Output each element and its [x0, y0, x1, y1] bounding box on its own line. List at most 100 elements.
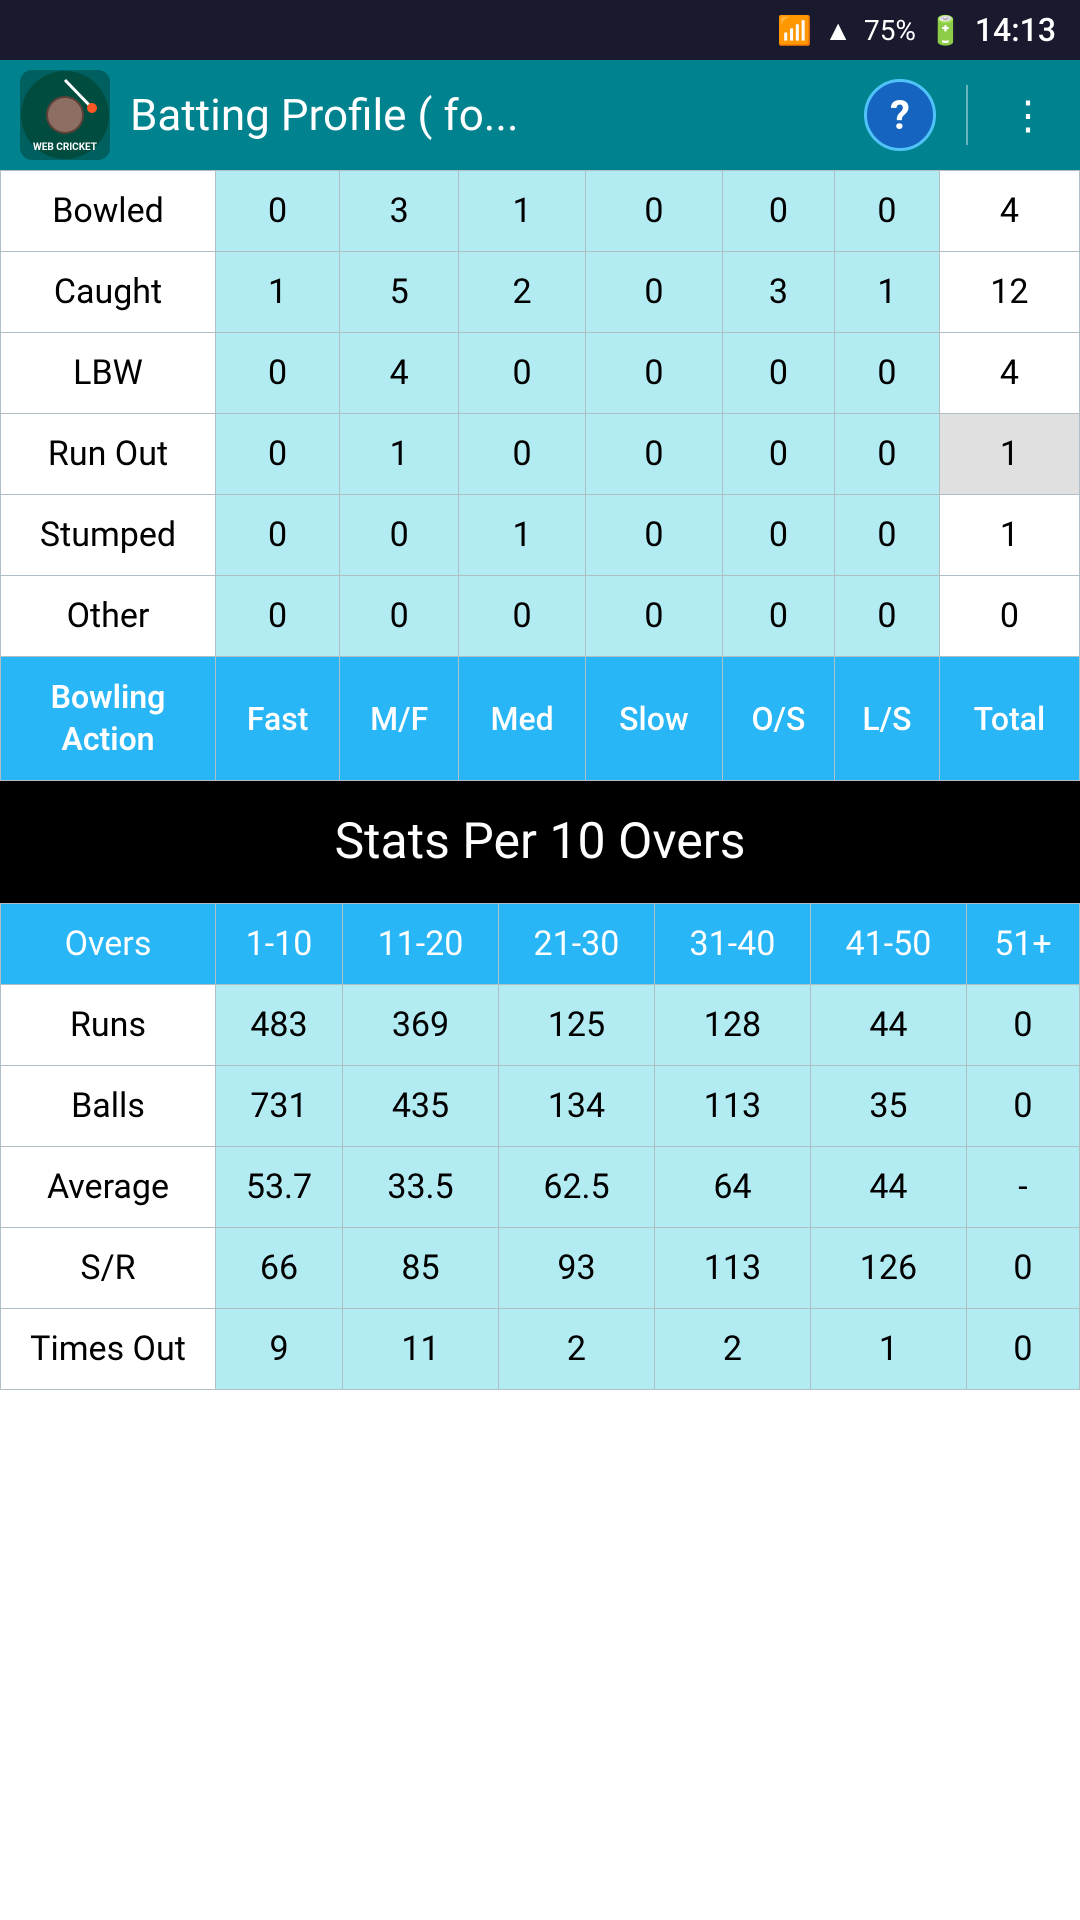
stats-section-header: Stats Per 10 Overs: [0, 781, 1080, 903]
dismissal-total: 1: [939, 495, 1079, 576]
dismissal-cell: 0: [585, 414, 722, 495]
stats-cell: 128: [654, 985, 810, 1066]
dismissal-cell: 3: [722, 252, 834, 333]
stats-cell: 2: [654, 1309, 810, 1390]
stats-table: Overs1-1011-2021-3031-4041-5051+ Runs4833…: [0, 903, 1080, 1390]
stats-cell: 0: [966, 985, 1079, 1066]
stats-overs-header: 51+: [966, 904, 1079, 985]
battery-icon: 🔋: [928, 14, 963, 47]
dismissal-row-label: Run Out: [1, 414, 216, 495]
app-bar: WEB CRICKET Batting Profile ( fo... ? ⋮: [0, 60, 1080, 170]
signal-icon: ▲: [824, 14, 852, 47]
app-title: Batting Profile ( fo...: [130, 89, 844, 141]
app-logo: WEB CRICKET: [20, 70, 110, 160]
overflow-menu-button[interactable]: ⋮: [998, 82, 1060, 149]
dismissal-cell: 0: [459, 414, 586, 495]
stats-row-label: Balls: [1, 1066, 216, 1147]
dismissal-row-label: Stumped: [1, 495, 216, 576]
dismissal-cell: 0: [340, 495, 459, 576]
dismissal-cell: 2: [459, 252, 586, 333]
stats-title: Stats Per 10 Overs: [334, 813, 745, 871]
dismissal-cell: 0: [585, 495, 722, 576]
stats-cell: 113: [654, 1228, 810, 1309]
stats-cell: 369: [343, 985, 499, 1066]
dismissal-cell: 0: [722, 576, 834, 657]
stats-cell: 0: [966, 1228, 1079, 1309]
dismissal-cell: 0: [585, 171, 722, 252]
dismissal-cell: 0: [459, 333, 586, 414]
stats-row-label: Times Out: [1, 1309, 216, 1390]
stats-overs-header: 41-50: [810, 904, 966, 985]
stats-cell: -: [966, 1147, 1079, 1228]
dismissal-cell: 0: [835, 495, 940, 576]
bowling-action-total-header: Total: [939, 657, 1079, 781]
stats-cell: 126: [810, 1228, 966, 1309]
dismissal-cell: 0: [585, 252, 722, 333]
dismissal-cell: 0: [340, 576, 459, 657]
dismissal-cell: 0: [216, 576, 340, 657]
dismissal-cell: 1: [216, 252, 340, 333]
dismissal-cell: 3: [340, 171, 459, 252]
help-button[interactable]: ?: [864, 79, 936, 151]
dismissal-cell: 0: [722, 171, 834, 252]
bowling-action-col-header: L/S: [835, 657, 940, 781]
stats-overs-header: 21-30: [498, 904, 654, 985]
dismissal-total: 12: [939, 252, 1079, 333]
stats-cell: 9: [216, 1309, 343, 1390]
bowling-action-col-header: Fast: [216, 657, 340, 781]
dismissal-cell: 0: [835, 576, 940, 657]
stats-cell: 1: [810, 1309, 966, 1390]
dismissal-cell: 1: [459, 171, 586, 252]
dismissal-cell: 0: [216, 333, 340, 414]
bowling-action-col-header: Slow: [585, 657, 722, 781]
dismissal-cell: 0: [216, 171, 340, 252]
status-bar: 📶 ▲ 75% 🔋 14:13: [0, 0, 1080, 60]
dismissal-row-label: Bowled: [1, 171, 216, 252]
svg-text:WEB CRICKET: WEB CRICKET: [33, 142, 97, 153]
stats-col-label: Overs: [1, 904, 216, 985]
dismissal-cell: 1: [459, 495, 586, 576]
stats-row-label: S/R: [1, 1228, 216, 1309]
stats-cell: 44: [810, 985, 966, 1066]
dismissal-cell: 0: [835, 171, 940, 252]
dismissal-cell: 0: [459, 576, 586, 657]
stats-overs-header: 31-40: [654, 904, 810, 985]
stats-row-label: Average: [1, 1147, 216, 1228]
stats-cell: 93: [498, 1228, 654, 1309]
dismissal-total: 1: [939, 414, 1079, 495]
dismissal-row-label: LBW: [1, 333, 216, 414]
dismissal-cell: 0: [585, 333, 722, 414]
stats-cell: 64: [654, 1147, 810, 1228]
dismissal-cell: 0: [722, 333, 834, 414]
dismissal-cell: 0: [835, 414, 940, 495]
status-icons: 📶 ▲ 75% 🔋 14:13: [777, 11, 1056, 49]
bowling-action-col-header: O/S: [722, 657, 834, 781]
dismissal-row-label: Other: [1, 576, 216, 657]
bowling-action-col-header: M/F: [340, 657, 459, 781]
bowling-action-label: Bowling Action: [1, 657, 216, 781]
dismissal-cell: 0: [585, 576, 722, 657]
stats-cell: 483: [216, 985, 343, 1066]
dismissal-cell: 4: [340, 333, 459, 414]
stats-cell: 0: [966, 1066, 1079, 1147]
dismissal-cell: 5: [340, 252, 459, 333]
stats-cell: 62.5: [498, 1147, 654, 1228]
dismissal-cell: 0: [722, 495, 834, 576]
dismissal-cell: 0: [722, 414, 834, 495]
stats-cell: 435: [343, 1066, 499, 1147]
dismissal-total: 4: [939, 333, 1079, 414]
dismissal-total: 0: [939, 576, 1079, 657]
bowling-action-col-header: Med: [459, 657, 586, 781]
dismissal-cell: 1: [835, 252, 940, 333]
stats-cell: 66: [216, 1228, 343, 1309]
dismissal-cell: 0: [835, 333, 940, 414]
stats-cell: 85: [343, 1228, 499, 1309]
clock: 14:13: [975, 11, 1056, 49]
dismissal-cell: 1: [340, 414, 459, 495]
stats-overs-header: 11-20: [343, 904, 499, 985]
stats-overs-header: 1-10: [216, 904, 343, 985]
dismissal-total: 4: [939, 171, 1079, 252]
battery-level: 75%: [864, 14, 916, 47]
stats-row-label: Runs: [1, 985, 216, 1066]
dismissal-row-label: Caught: [1, 252, 216, 333]
